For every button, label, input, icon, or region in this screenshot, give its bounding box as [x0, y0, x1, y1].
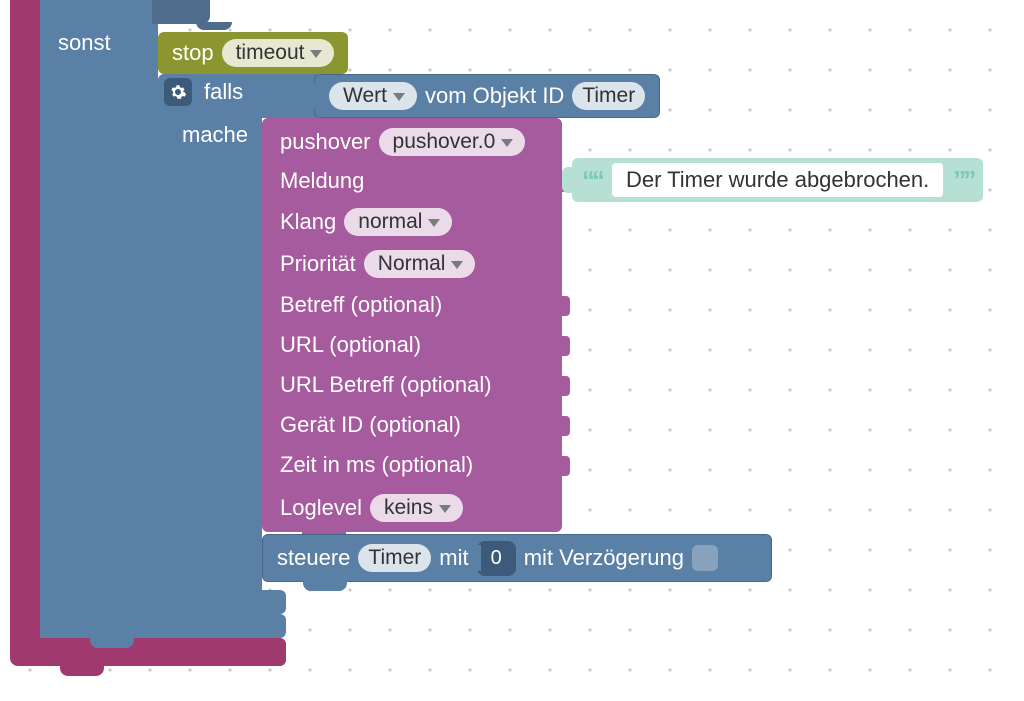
- if-keyword: falls: [204, 79, 243, 105]
- chevron-down-icon: [393, 93, 405, 101]
- pushover-urlsubject-label: URL Betreff (optional): [280, 372, 492, 398]
- pushover-sound-label: Klang: [280, 209, 336, 235]
- do-keyword: mache: [182, 122, 248, 148]
- chevron-down-icon: [501, 139, 513, 147]
- else-label: sonst: [40, 30, 111, 56]
- pushover-instance-chip[interactable]: pushover.0: [379, 128, 526, 156]
- value-kind-chip[interactable]: Wert: [329, 82, 417, 110]
- pushover-row-priority: Priorität Normal: [266, 244, 489, 284]
- magenta-wrapper-left: [10, 0, 40, 658]
- pushover-row-loglevel: Loglevel keins: [266, 488, 477, 528]
- control-block[interactable]: steuere Timer mit 0 mit Verzögerung: [262, 534, 772, 582]
- pushover-priority-value: Normal: [378, 252, 446, 276]
- pushover-priority-chip[interactable]: Normal: [364, 250, 476, 278]
- value-from-label: vom Objekt ID: [425, 83, 564, 109]
- stop-timer-label: timeout: [236, 41, 305, 65]
- pushover-row-sound: Klang normal: [266, 202, 466, 242]
- gear-icon[interactable]: [164, 78, 192, 106]
- pushover-row-time: Zeit in ms (optional): [266, 446, 487, 484]
- pushover-slot-url-subject: [552, 376, 570, 396]
- else-text: sonst: [58, 30, 111, 56]
- value-block-notch: [305, 83, 317, 109]
- pushover-row-url: URL (optional): [266, 326, 435, 364]
- pushover-row-subject: Betreff (optional): [266, 286, 456, 324]
- pushover-priority-label: Priorität: [280, 251, 356, 277]
- pushover-device-label: Gerät ID (optional): [280, 412, 461, 438]
- message-text[interactable]: Der Timer wurde abgebrochen.: [612, 163, 943, 197]
- control-object-label: Timer: [368, 546, 421, 570]
- control-delay-label: mit Verzögerung: [524, 545, 684, 571]
- open-quote-icon: ““: [582, 165, 602, 196]
- pushover-row-url-subject: URL Betreff (optional): [266, 366, 506, 404]
- blue-wrapper-1-notch: [152, 0, 210, 24]
- value-object-label: Timer: [582, 84, 635, 108]
- pushover-time-label: Zeit in ms (optional): [280, 452, 473, 478]
- pushover-sound-value: normal: [358, 210, 422, 234]
- stop-label: stop: [172, 40, 214, 66]
- chevron-down-icon: [451, 261, 463, 269]
- blue-wrapper-1-left: [40, 0, 158, 638]
- string-block-notch: [562, 167, 574, 193]
- value-kind-label: Wert: [343, 84, 387, 108]
- pushover-slot-time: [552, 456, 570, 476]
- pushover-slot-subject: [552, 296, 570, 316]
- pushover-instance-label: pushover.0: [393, 130, 496, 154]
- control-label: steuere: [277, 545, 350, 571]
- value-object-chip[interactable]: Timer: [572, 82, 645, 110]
- pushover-loglevel-label: Loglevel: [280, 495, 362, 521]
- control-value-notch: [469, 545, 481, 571]
- control-value-input[interactable]: 0: [477, 541, 516, 576]
- pushover-header: pushover pushover.0: [266, 122, 539, 162]
- control-with-label: mit: [439, 545, 468, 571]
- magenta-wrapper-foot: [10, 638, 286, 666]
- pushover-sound-chip[interactable]: normal: [344, 208, 452, 236]
- chevron-down-icon: [439, 505, 451, 513]
- control-object-chip[interactable]: Timer: [358, 544, 431, 572]
- pushover-loglevel-chip[interactable]: keins: [370, 494, 463, 522]
- pushover-subject-label: Betreff (optional): [280, 292, 442, 318]
- chevron-down-icon: [428, 219, 440, 227]
- get-value-block[interactable]: Wert vom Objekt ID Timer: [314, 74, 660, 118]
- do-keyword-row: mache: [182, 122, 248, 148]
- blue-wrapper-1-foot: [40, 614, 286, 638]
- pushover-row-device: Gerät ID (optional): [266, 406, 475, 444]
- pushover-loglevel-value: keins: [384, 496, 433, 520]
- if-block-rail[interactable]: [158, 74, 262, 614]
- close-quote-icon: ””: [953, 165, 973, 196]
- stop-block[interactable]: stop timeout: [158, 32, 348, 74]
- pushover-url-label: URL (optional): [280, 332, 421, 358]
- pushover-slot-device: [552, 416, 570, 436]
- control-value: 0: [491, 547, 502, 569]
- pushover-label: pushover: [280, 129, 371, 155]
- stop-timer-chip[interactable]: timeout: [222, 39, 335, 67]
- if-block-foot: [158, 590, 286, 614]
- chevron-down-icon: [310, 50, 322, 58]
- message-string-block[interactable]: ““ Der Timer wurde abgebrochen. ””: [572, 158, 983, 202]
- if-header: falls: [164, 78, 243, 106]
- control-delay-checkbox[interactable]: [692, 545, 718, 571]
- pushover-row-message: Meldung: [266, 162, 378, 200]
- pushover-slot-url: [552, 336, 570, 356]
- pushover-message-label: Meldung: [280, 168, 364, 194]
